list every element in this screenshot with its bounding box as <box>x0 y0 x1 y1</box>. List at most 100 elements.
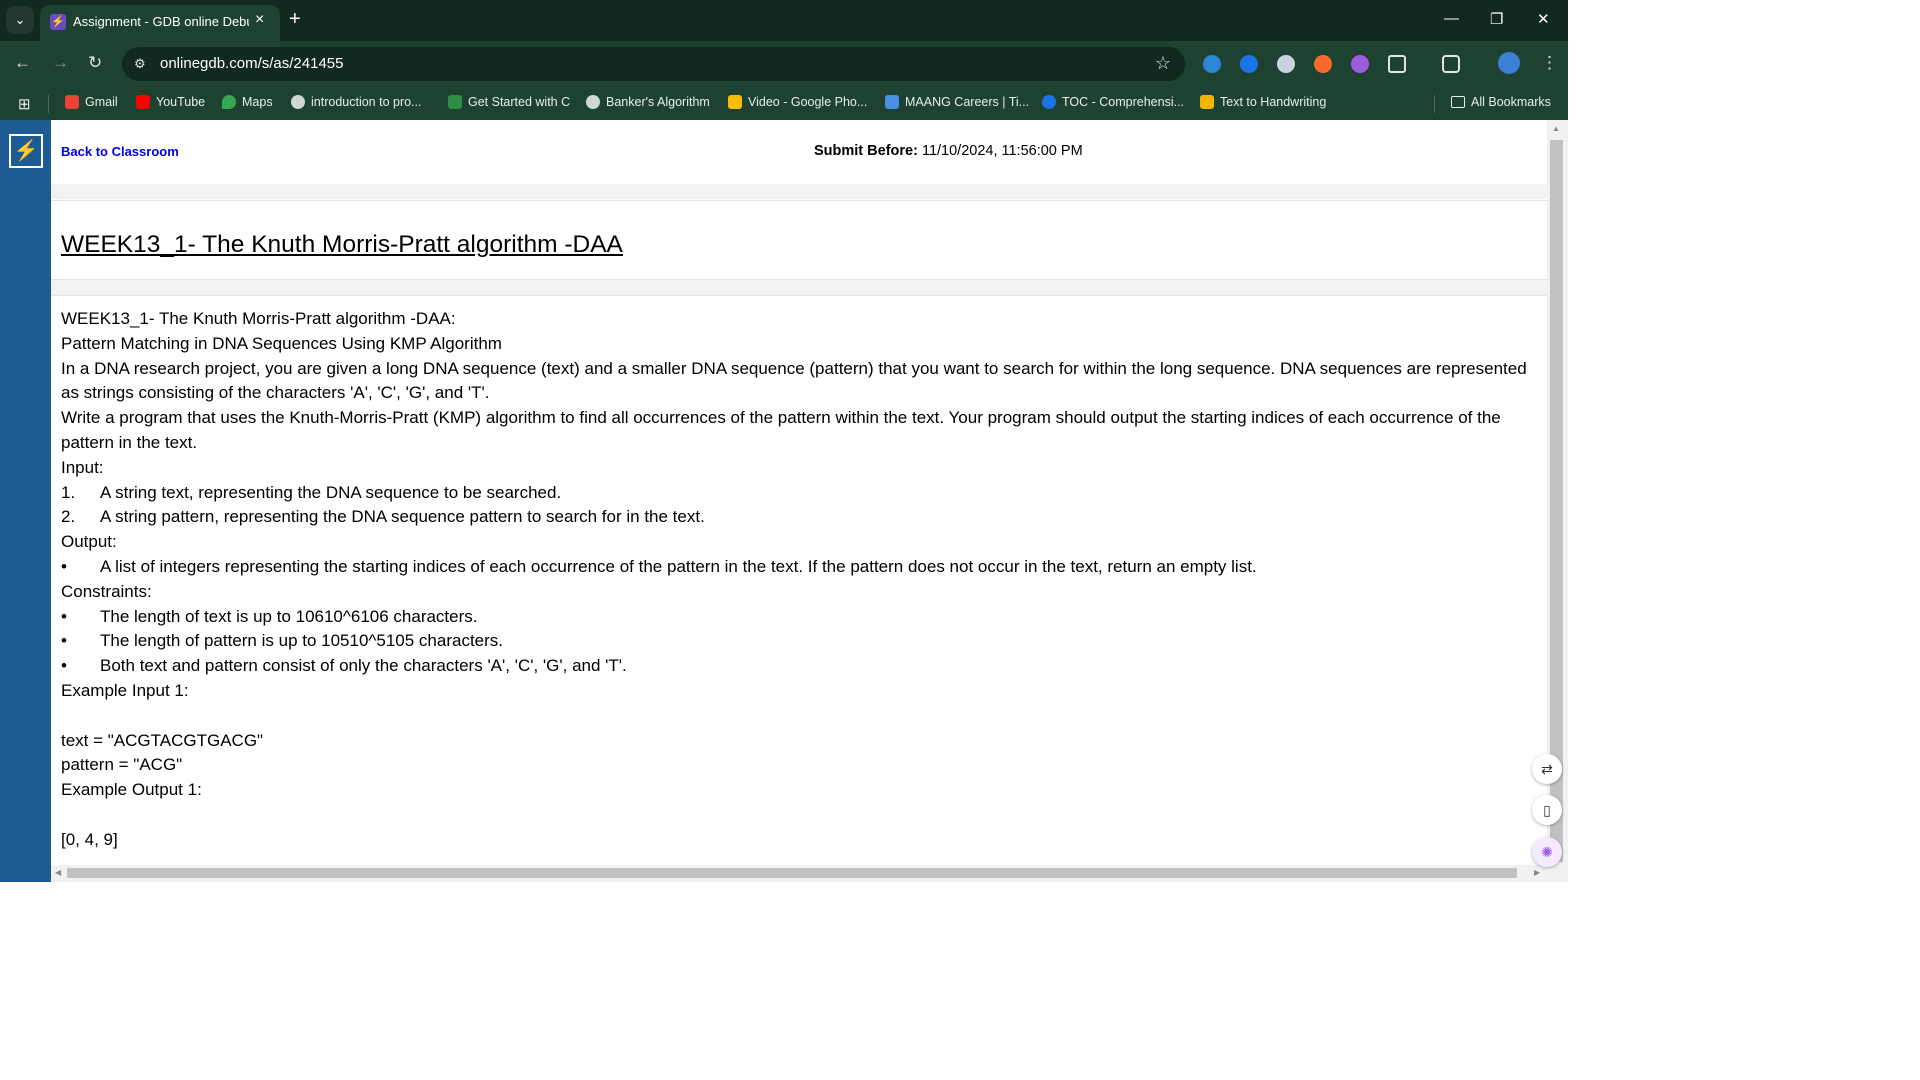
folder-icon <box>1451 96 1465 108</box>
list-text: Both text and pattern consist of only th… <box>100 656 627 676</box>
restore-icon[interactable]: ❐ <box>1490 10 1503 28</box>
list-marker: • <box>61 606 67 626</box>
submit-label: Submit Before: <box>814 143 918 159</box>
example-input-heading: Example Input 1: <box>61 680 189 700</box>
bookmark-label: Text to Handwriting <box>1220 95 1327 109</box>
bookmark-toc[interactable]: TOC - Comprehensi... <box>1042 95 1184 109</box>
bookmark-google-photos[interactable]: Video - Google Pho... <box>728 95 867 109</box>
minimize-icon[interactable]: — <box>1444 10 1459 27</box>
scroll-up-icon[interactable]: ▲ <box>1552 124 1560 133</box>
bookmark-label: Banker's Algorithm <box>606 95 710 109</box>
bookmark-label: YouTube <box>156 95 206 109</box>
list-text: A list of integers representing the star… <box>100 556 1257 576</box>
site-info-icon[interactable]: ⚙ <box>134 56 146 72</box>
tab-close-icon[interactable]: × <box>255 11 264 29</box>
list-item: • The length of text is up to 10610^6106 … <box>61 605 1537 630</box>
gfg-icon <box>448 95 462 109</box>
bookmark-bankers[interactable]: Banker's Algorithm <box>586 95 710 109</box>
gdb-logo-icon[interactable]: ⚡ <box>9 134 43 168</box>
divider-band <box>51 280 1547 296</box>
bookmark-label: introduction to pro... <box>311 95 422 109</box>
bookmarks-divider <box>48 95 49 113</box>
bookmark-text-handwriting[interactable]: Text to Handwriting <box>1200 95 1326 109</box>
shield-extension-icon[interactable] <box>1277 55 1295 73</box>
bookmarks-divider <box>1434 95 1435 113</box>
bookmark-star-icon[interactable]: ☆ <box>1155 53 1171 74</box>
browser-toolbar: ← → ↻ ⚙ onlinegdb.com/s/as/241455 ☆ ⋮ <box>0 41 1568 87</box>
list-text: A string text, representing the DNA sequ… <box>100 482 562 502</box>
bookmark-introduction[interactable]: introduction to pro... <box>291 95 421 109</box>
bookmark-gmail[interactable]: Gmail <box>65 95 118 109</box>
browser-menu-icon[interactable]: ⋮ <box>1541 53 1558 73</box>
forward-arrow-icon[interactable]: → <box>52 53 69 73</box>
back-to-classroom-link[interactable]: Back to Classroom <box>61 144 179 159</box>
back-arrow-icon[interactable]: ← <box>14 53 31 73</box>
profile-avatar[interactable] <box>1498 52 1520 74</box>
example-text-line: text = "ACGTACGTGACG" <box>61 730 264 750</box>
ai-assistant-icon[interactable]: ✺ <box>1532 837 1562 867</box>
constraints-heading: Constraints: <box>61 581 152 601</box>
desc-paragraph: In a DNA research project, you are given… <box>61 358 1527 403</box>
list-marker: 2. <box>61 507 76 527</box>
list-item: • A list of integers representing the sta… <box>61 555 1537 580</box>
all-bookmarks-button[interactable]: All Bookmarks <box>1451 95 1551 109</box>
scroll-right-icon[interactable]: ▶ <box>1534 868 1540 877</box>
extension-icon-2[interactable] <box>1240 55 1258 73</box>
google-photos-icon <box>728 95 742 109</box>
reload-icon[interactable]: ↻ <box>88 53 102 73</box>
example-output-value: [0, 4, 9] <box>61 829 118 849</box>
extensions-puzzle-icon[interactable] <box>1388 55 1406 73</box>
list-item: 1. A string text, representing the DNA se… <box>61 481 1537 506</box>
example-pattern-line: pattern = "ACG" <box>61 755 183 775</box>
desc-paragraph: Write a program that uses the Knuth-Morr… <box>61 408 1501 452</box>
assignment-title: WEEK13_1- The Knuth Morris-Pratt algorit… <box>61 231 623 258</box>
bookmark-label: Get Started with C <box>468 95 571 109</box>
extension-icon-5[interactable] <box>1351 55 1369 73</box>
divider-band <box>51 184 1547 199</box>
browser-tab-active[interactable]: ⚡ Assignment - GDB online Debu × <box>40 5 280 41</box>
vertical-scroll-thumb[interactable] <box>1550 140 1563 862</box>
tab-title: Assignment - GDB online Debu <box>73 14 249 29</box>
bookmark-maps[interactable]: Maps <box>222 95 273 109</box>
assignment-header: Back to Classroom Submit Before: 11/10/2… <box>51 120 1547 184</box>
extension-icon-4[interactable] <box>1314 55 1332 73</box>
list-item: • The length of pattern is up to 10510^51… <box>61 629 1537 654</box>
list-text: The length of text is up to 10610^6106 c… <box>100 606 478 626</box>
horizontal-scroll-thumb[interactable] <box>67 868 1517 878</box>
title-section: WEEK13_1- The Knuth Morris-Pratt algorit… <box>51 200 1547 280</box>
list-item: 2. A string pattern, representing the DNA… <box>61 505 1537 530</box>
youtube-icon <box>136 95 150 109</box>
bookmark-get-started-c[interactable]: Get Started with C <box>448 95 570 109</box>
globe-icon <box>291 95 305 109</box>
tab-search-button[interactable]: ⌄ <box>6 6 34 34</box>
list-item: • Both text and pattern consist of only t… <box>61 654 1537 679</box>
gdb-sidebar: ⚡ <box>0 120 51 882</box>
bookmark-youtube[interactable]: YouTube <box>136 95 205 109</box>
toc-icon <box>1042 95 1056 109</box>
reader-book-icon[interactable]: ▯ <box>1532 795 1562 825</box>
close-window-icon[interactable]: ✕ <box>1537 10 1550 28</box>
url-text[interactable]: onlinegdb.com/s/as/241455 <box>160 55 343 72</box>
horizontal-scrollbar[interactable]: ◀ ▶ <box>51 865 1547 882</box>
example-output-heading: Example Output 1: <box>61 780 202 800</box>
list-marker: • <box>61 631 67 651</box>
submit-deadline: Submit Before: 11/10/2024, 11:56:00 PM <box>814 143 1083 159</box>
address-bar[interactable]: ⚙ onlinegdb.com/s/as/241455 ☆ <box>122 47 1185 81</box>
assignment-page: Back to Classroom Submit Before: 11/10/2… <box>51 120 1547 865</box>
submit-date: 11/10/2024, 11:56:00 PM <box>921 143 1083 159</box>
globe-icon <box>586 95 600 109</box>
list-marker: 1. <box>61 482 76 502</box>
desc-subheading: Pattern Matching in DNA Sequences Using … <box>61 333 502 353</box>
screenshot-icon[interactable] <box>1442 55 1460 73</box>
extension-icon-1[interactable] <box>1203 55 1221 73</box>
scroll-left-icon[interactable]: ◀ <box>55 868 61 877</box>
maang-icon <box>885 95 899 109</box>
bookmarks-bar: ⊞ Gmail YouTube Maps introduction to pro… <box>0 87 1568 120</box>
list-marker: • <box>61 556 67 576</box>
bookmark-maang[interactable]: MAANG Careers | Ti... <box>885 95 1029 109</box>
gdb-favicon-icon: ⚡ <box>50 14 66 30</box>
apps-grid-icon[interactable]: ⊞ <box>18 95 31 113</box>
translate-icon[interactable]: ⇄ <box>1532 754 1562 784</box>
new-tab-button[interactable]: + <box>289 8 301 31</box>
